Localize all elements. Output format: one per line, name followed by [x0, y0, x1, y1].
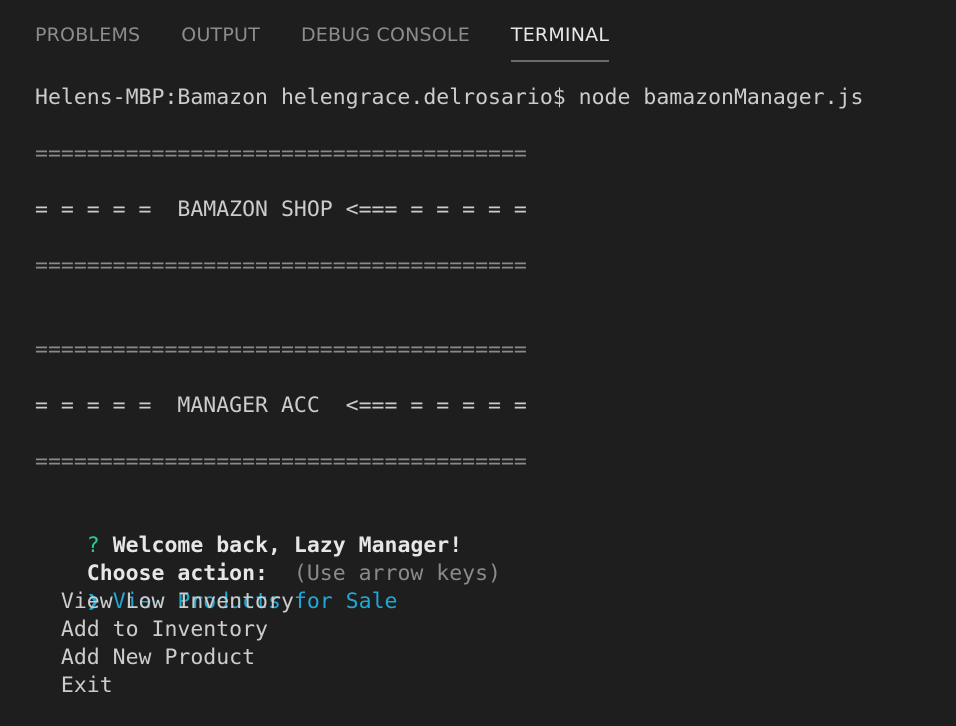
menu-option-label: Exit	[60, 673, 113, 698]
menu-option-label: View Low Inventory	[60, 589, 294, 614]
prompt-question-line: ? Welcome back, Lazy Manager!	[35, 504, 462, 558]
menu-option-label: Add to Inventory	[60, 617, 268, 642]
tab-debug-console[interactable]: DEBUG CONSOLE	[301, 18, 470, 60]
shell-prompt-line: Helens-MBP:Bamazon helengrace.delrosario…	[35, 85, 864, 110]
menu-option-view-products[interactable]: ❯ View Products for Sale	[35, 560, 398, 614]
banner-rule: ======================================	[35, 253, 527, 278]
banner-manager-title: = = = = = MANAGER ACC <=== = = = = =	[35, 393, 527, 418]
banner-rule: ======================================	[35, 449, 527, 474]
panel-tab-bar: PROBLEMS OUTPUT DEBUG CONSOLE TERMINAL	[35, 18, 650, 62]
menu-option-label: Add New Product	[60, 645, 256, 670]
banner-rule: ======================================	[35, 337, 527, 362]
tab-output[interactable]: OUTPUT	[181, 18, 260, 60]
tab-terminal[interactable]: TERMINAL	[510, 18, 610, 62]
menu-option-add-inventory[interactable]: Add to Inventory	[35, 616, 268, 644]
prompt-choose-line: Choose action: (Use arrow keys)	[35, 532, 501, 586]
tab-problems[interactable]: PROBLEMS	[35, 18, 140, 60]
menu-option-add-new-product[interactable]: Add New Product	[35, 644, 255, 672]
banner-shop-title: = = = = = BAMAZON SHOP <=== = = = = =	[35, 197, 527, 222]
menu-option-exit[interactable]: Exit	[35, 672, 113, 700]
banner-rule: ======================================	[35, 141, 527, 166]
menu-option-view-low-inventory[interactable]: View Low Inventory	[35, 588, 294, 616]
